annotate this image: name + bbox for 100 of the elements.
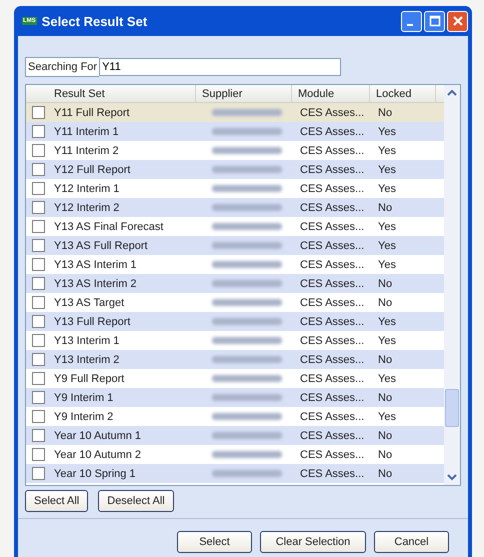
table-row[interactable]: Year 10 Spring 1 CES Asses... No [26,464,444,483]
minimize-button[interactable] [401,10,422,32]
table-cell-text: Yes [377,372,397,384]
checkbox[interactable] [32,467,45,480]
deselect-all-button[interactable]: Deselect All [98,490,174,512]
checkbox[interactable] [32,429,45,442]
redacted-text [212,356,282,363]
checkbox[interactable] [32,334,45,347]
dialog-button[interactable]: Select [177,531,252,553]
redacted-text [212,223,282,230]
redacted-text [212,185,282,192]
table-cell-text: CES Asses... [299,430,366,442]
checkbox[interactable] [32,391,45,404]
table-row[interactable]: Y9 Interim 1 CES Asses... No [26,388,444,407]
checkbox[interactable] [32,258,45,271]
table-cell-text: CES Asses... [299,392,366,404]
close-icon [450,14,464,28]
checkbox[interactable] [32,201,45,214]
table-cell-text: Y11 Interim 2 [53,144,120,156]
table-cell-text: Y9 Full Report [53,372,126,384]
column-header[interactable]: Module [292,85,370,102]
table-cell-text: CES Asses... [299,202,366,214]
redacted-text [212,470,282,477]
table-cell-text: CES Asses... [299,144,366,156]
checkbox[interactable] [32,106,45,119]
checkbox[interactable] [32,144,45,157]
maximize-button[interactable] [424,10,445,32]
table-row[interactable]: Y13 AS Full Report CES Asses... Yes [26,236,444,255]
table-cell-text: No [377,430,394,442]
table-cell-text: Y13 AS Final Forecast [53,220,164,232]
table-cell-text: Y12 Interim 1 [53,182,120,194]
table-cell-text: Y13 Interim 2 [53,354,120,366]
checkbox[interactable] [32,410,45,423]
checkbox[interactable] [32,125,45,138]
table-cell-text: CES Asses... [299,182,366,194]
table-cell-text: Yes [377,220,397,232]
table-row[interactable]: Y12 Interim 2 CES Asses... No [26,198,444,217]
table-cell-text: Y9 Interim 2 [53,410,114,422]
table-row[interactable]: Y13 Full Report CES Asses... Yes [26,312,444,331]
dialog-button[interactable]: Cancel [374,531,449,553]
redacted-text [212,166,282,173]
redacted-text [212,375,282,382]
table-cell-text: CES Asses... [299,220,366,232]
table-row[interactable]: Y13 Interim 2 CES Asses... No [26,350,444,369]
column-header[interactable]: Locked [370,85,436,102]
table-row[interactable]: Y13 AS Interim 2 CES Asses... No [26,274,444,293]
table-cell-text: Y11 Interim 1 [53,126,120,138]
checkbox[interactable] [32,296,45,309]
redacted-text [212,128,282,135]
redacted-text [212,394,282,401]
minimize-icon [406,24,412,26]
table-row[interactable]: Y11 Full Report CES Asses... No [26,103,444,122]
column-header[interactable]: Supplier [196,85,292,102]
table-cell-text: CES Asses... [299,164,366,176]
redacted-text [212,337,282,344]
table-cell-text: Y13 AS Full Report [53,240,149,252]
checkbox[interactable] [32,277,45,290]
checkbox[interactable] [32,372,45,385]
table-cell-text: Y12 Interim 2 [53,202,120,214]
table-cell-text: No [377,354,394,366]
column-header[interactable]: Result Set [48,85,196,102]
dialog-button[interactable]: Clear Selection [260,531,366,553]
checkbox[interactable] [32,315,45,328]
table-cell-text: Yes [377,334,397,346]
checkbox[interactable] [32,448,45,461]
table-cell-text: CES Asses... [299,468,366,480]
table-row[interactable]: Year 10 Autumn 1 CES Asses... No [26,426,444,445]
table-cell-text: Yes [377,164,397,176]
table-cell-text: CES Asses... [299,240,366,252]
scrollbar[interactable] [444,85,460,485]
checkbox[interactable] [32,163,45,176]
table-cell-text: Yes [377,258,397,270]
table-cell-text: Y13 Interim 1 [53,334,120,346]
table-cell-text: CES Asses... [299,106,366,118]
table-cell-text: Yes [377,126,397,138]
table-cell-text: CES Asses... [299,334,366,346]
redacted-text [212,242,282,249]
select-all-button[interactable]: Select All [25,490,88,512]
checkbox[interactable] [32,182,45,195]
table-cell-text: Yes [377,182,397,194]
scroll-thumb[interactable] [445,389,459,427]
table-cell-text: No [377,468,394,480]
table-cell-text: No [377,202,394,214]
maximize-icon [428,14,442,28]
table-cell-text: Yes [377,410,397,422]
checkbox[interactable] [32,239,45,252]
checkbox[interactable] [32,353,45,366]
table-cell-text: Y13 Full Report [53,316,132,328]
redacted-text [212,413,282,420]
table-cell-text: CES Asses... [299,316,366,328]
table-cell-text: Yes [377,316,397,328]
table-row[interactable]: Y11 Interim 1 CES Asses... Yes [26,122,444,141]
table-row[interactable]: Y12 Full Report CES Asses... Yes [26,160,444,179]
redacted-text [212,147,282,154]
table-cell-text: Y13 AS Target [53,296,126,308]
search-field[interactable]: Y11 [99,58,342,76]
checkbox[interactable] [32,220,45,233]
redacted-text [212,318,282,325]
close-button[interactable] [447,10,468,32]
table-cell-text: No [377,278,394,290]
